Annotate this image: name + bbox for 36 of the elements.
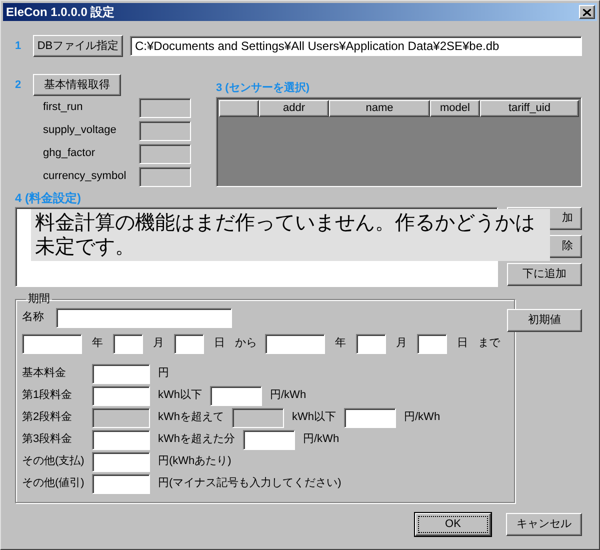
- group-label: 期間: [27, 292, 51, 307]
- date-unit: 月: [153, 336, 164, 352]
- step-number: 2: [15, 78, 22, 93]
- field-label: first_run: [43, 100, 84, 116]
- fee-label: 第3段料金: [22, 432, 74, 448]
- unit-label: kWhを超えて: [158, 410, 224, 426]
- unit-label: 円: [158, 366, 169, 382]
- field-label: 名称: [22, 310, 45, 326]
- section-title: 3 (センサーを選択): [216, 80, 310, 96]
- unit-label: kWhを超えた分: [158, 432, 235, 448]
- date-word: から: [235, 336, 257, 352]
- step-number: 1: [15, 38, 22, 54]
- unit-label: kWh以下: [158, 388, 202, 404]
- date-unit: 年: [335, 336, 346, 352]
- unit-label: 円/kWh: [303, 432, 340, 448]
- date-unit: 年: [92, 336, 103, 352]
- unit-label: 円/kWh: [270, 388, 306, 404]
- date-unit: 日: [457, 336, 468, 352]
- date-word: まで: [478, 336, 500, 352]
- fee-label: 基本料金: [22, 366, 67, 382]
- date-unit: 月: [396, 336, 407, 352]
- section-title: 4 (料金設定): [15, 191, 82, 205]
- unit-label: 円/kWh: [404, 410, 440, 426]
- fee-label: その他(支払): [22, 454, 86, 470]
- field-label: supply_voltage: [43, 123, 118, 138]
- fee-label: 第1段料金: [22, 388, 74, 404]
- fee-label: その他(値引): [22, 476, 86, 492]
- field-label: currency_symbol: [43, 169, 128, 184]
- unit-label: kWh以下: [292, 410, 336, 426]
- fee-label: 第2段料金: [22, 410, 74, 426]
- date-unit: 日: [214, 336, 225, 352]
- window-title: EleCon 1.0.0.0 設定: [6, 4, 115, 21]
- field-label: ghg_factor: [43, 146, 96, 162]
- tooltip: 料金計算の機能はまだ作っていません。作るかどうかは未定です。: [31, 209, 550, 261]
- unit-label: 円(kWhあたり): [158, 454, 232, 470]
- unit-label: 円(マイナス記号も入力してください): [158, 476, 342, 492]
